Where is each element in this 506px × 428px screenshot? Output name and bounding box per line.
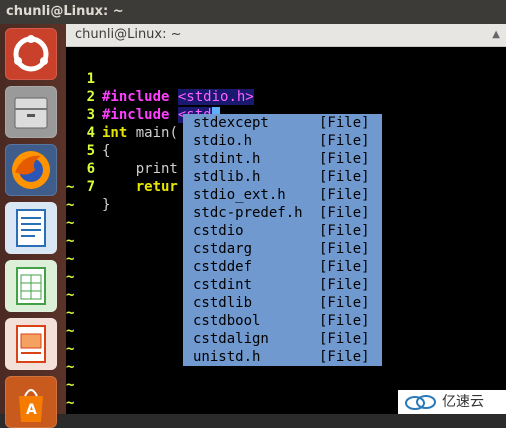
code-line: 2 #include <std_ <box>66 70 221 123</box>
watermark-text: 亿速云 <box>442 394 484 410</box>
libreoffice-writer-icon[interactable] <box>5 202 57 254</box>
empty-line-marker: ~ <box>66 269 75 285</box>
code-line: 1 #include <stdio.h> <box>86 71 254 105</box>
completion-item[interactable]: stdlib.h [File] <box>183 168 382 186</box>
empty-line-marker: ~ <box>66 359 75 375</box>
empty-line-marker: ~ <box>66 233 75 249</box>
libreoffice-calc-icon[interactable] <box>5 260 57 312</box>
completion-item[interactable]: stdc-predef.h [File] <box>183 204 382 222</box>
terminal-title: chunli@Linux: ~ <box>75 27 182 42</box>
completion-item[interactable]: stdio.h [File] <box>183 132 382 150</box>
completion-item[interactable]: cstdalign [File] <box>183 330 382 348</box>
completion-item[interactable]: stdint.h [File] <box>183 150 382 168</box>
scroll-up-arrow-icon[interactable]: ▲ <box>492 29 500 40</box>
firefox-icon[interactable] <box>5 144 57 196</box>
cloud-logo-icon <box>404 394 438 418</box>
code-line: 5 print <box>86 143 178 177</box>
empty-line-marker: ~ <box>66 341 75 357</box>
code-line: 4 { <box>86 125 111 159</box>
ubuntu-dash-icon[interactable] <box>5 28 57 80</box>
completion-item[interactable]: cstdint [File] <box>183 276 382 294</box>
empty-line-marker: ~ <box>66 395 75 411</box>
empty-line-marker: ~ <box>66 179 75 195</box>
empty-line-marker: ~ <box>66 197 75 213</box>
libreoffice-impress-icon[interactable] <box>5 318 57 370</box>
empty-line-marker: ~ <box>66 305 75 321</box>
completion-item[interactable]: stdio_ext.h [File] <box>183 186 382 204</box>
empty-line-marker: ~ <box>66 251 75 267</box>
files-icon[interactable] <box>5 86 57 138</box>
code-line: 6 retur <box>86 161 178 195</box>
terminal-window: chunli@Linux: ~ ▲ 1 #include <stdio.h> 2… <box>66 24 506 414</box>
completion-item[interactable]: unistd.h [File] <box>183 348 382 366</box>
completion-popup: stdexcept [File] stdio.h [File] stdint.h [F… <box>183 114 382 366</box>
completion-item[interactable]: cstdbool [File] <box>183 312 382 330</box>
terminal-titlebar[interactable]: chunli@Linux: ~ ▲ <box>66 24 506 47</box>
completion-item[interactable]: cstdlib [File] <box>183 294 382 312</box>
completion-item[interactable]: cstddef [File] <box>183 258 382 276</box>
launcher: A <box>0 24 66 428</box>
top-panel: chunli@Linux: ~ <box>0 0 506 24</box>
software-center-icon[interactable]: A <box>5 376 57 428</box>
empty-line-marker: ~ <box>66 215 75 231</box>
completion-item[interactable]: cstdarg [File] <box>183 240 382 258</box>
svg-text:A: A <box>26 402 37 418</box>
empty-line-marker: ~ <box>66 323 75 339</box>
empty-line-marker: ~ <box>66 377 75 393</box>
completion-item[interactable]: stdexcept [File] <box>183 114 382 132</box>
completion-item[interactable]: cstdio [File] <box>183 222 382 240</box>
code-line: 7 } <box>86 179 111 213</box>
watermark: 亿速云 <box>398 390 506 414</box>
empty-line-marker: ~ <box>66 287 75 303</box>
top-panel-title: chunli@Linux: ~ <box>6 4 124 19</box>
code-line: 3 int main( <box>86 107 178 141</box>
